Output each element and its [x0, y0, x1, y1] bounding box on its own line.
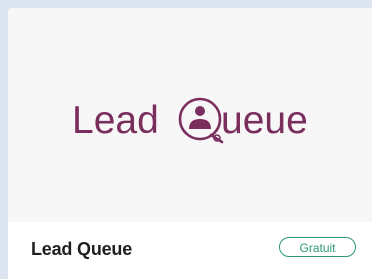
app-card[interactable]: Lead ueue Lead Queue Gratuit — [8, 8, 372, 279]
app-card-image[interactable]: Lead ueue — [8, 8, 372, 222]
logo-text-ueue: ueue — [221, 99, 308, 142]
app-title[interactable]: Lead Queue — [31, 239, 132, 260]
q-person-icon — [178, 97, 224, 144]
price-badge: Gratuit — [279, 237, 356, 257]
logo-text-lead: Lead — [72, 99, 159, 142]
app-card-footer: Lead Queue Gratuit — [8, 222, 372, 279]
lead-queue-logo: Lead ueue — [72, 97, 308, 144]
